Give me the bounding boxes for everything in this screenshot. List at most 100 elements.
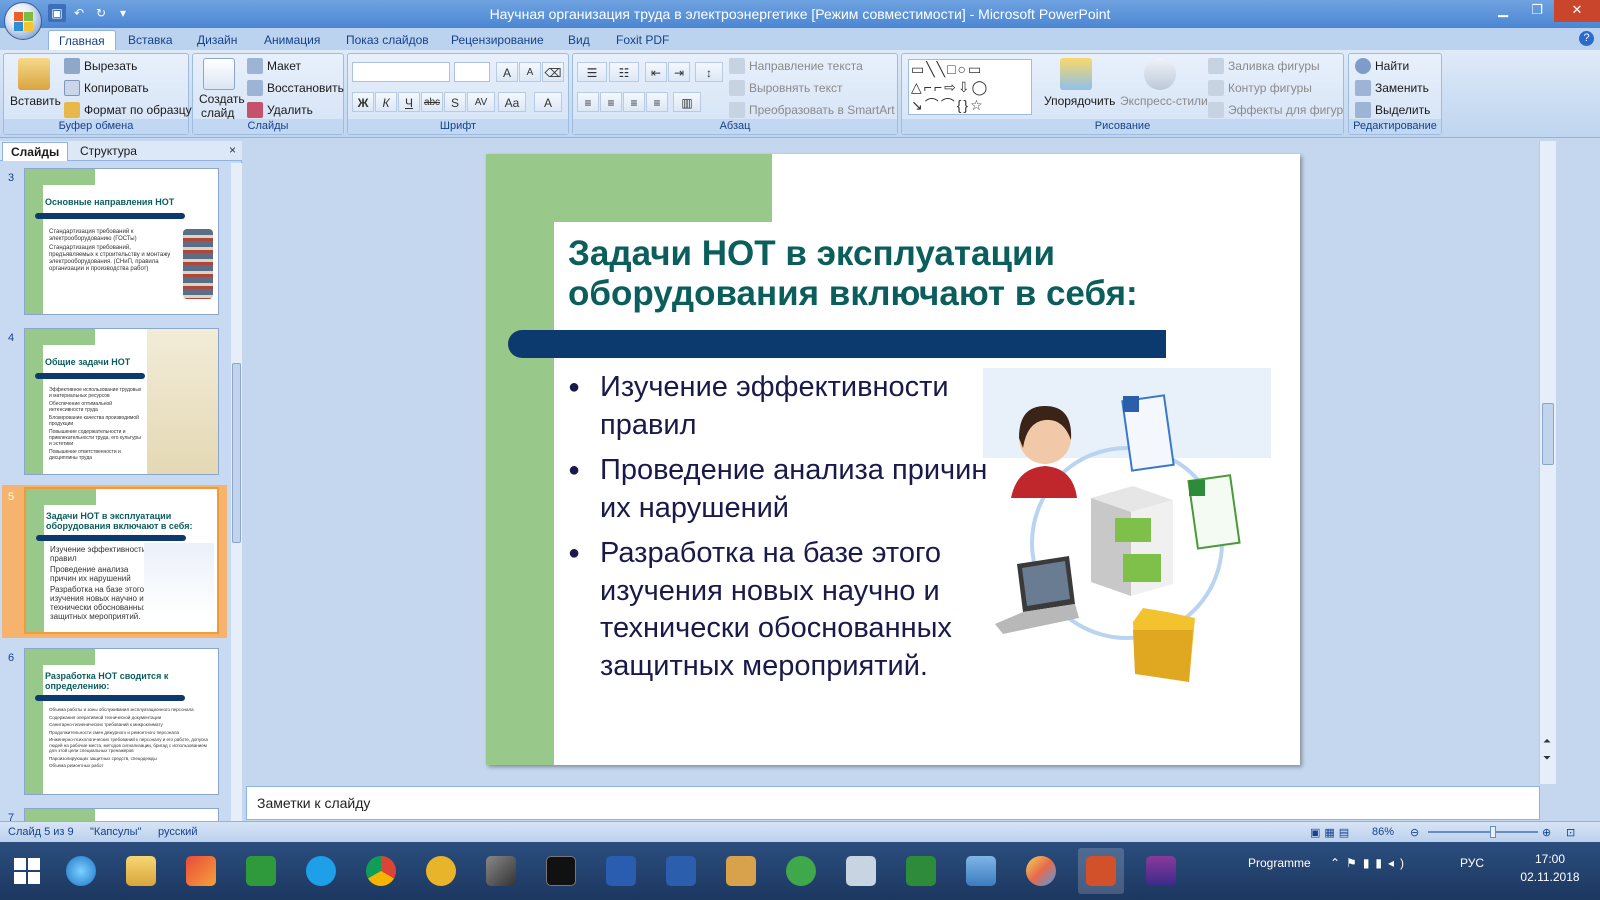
format-painter-button[interactable]: Формат по образцу [64,102,192,118]
taskbar-ie[interactable] [58,848,104,894]
tab-design[interactable]: Дизайн [187,30,247,50]
align-left-button[interactable]: ≡ [577,92,599,112]
taskbar-calculator[interactable] [838,848,884,894]
undo-icon[interactable]: ↶ [70,4,88,22]
tab-review[interactable]: Рецензирование [441,30,554,50]
clear-format-button[interactable]: ⌫ [542,62,564,82]
font-name-input[interactable] [352,62,450,82]
taskbar-app[interactable] [478,848,524,894]
slide-thumbnail[interactable]: Разработка НОТ сводится к определению: О… [24,648,219,795]
shape-outline-button[interactable]: Контур фигуры [1208,80,1312,96]
taskbar-app[interactable] [598,848,644,894]
tab-animation[interactable]: Анимация [254,30,330,50]
tab-outline-panel[interactable]: Структура [72,142,145,161]
programme-toolbar[interactable]: Programme [1248,856,1311,870]
taskbar-app[interactable] [958,848,1004,894]
redo-icon[interactable]: ↻ [92,4,110,22]
font-size-input[interactable] [454,62,490,82]
reset-button[interactable]: Восстановить [247,80,344,96]
columns-button[interactable]: ▥ [673,92,701,112]
case-button[interactable]: Aa [498,92,526,112]
slide-thumb-row[interactable]: 6 Разработка НОТ сводится к определению:… [0,646,230,796]
align-center-button[interactable]: ≡ [600,92,622,112]
grow-font-button[interactable]: A [496,62,518,82]
strike-button[interactable]: abc [421,92,443,112]
tab-foxit[interactable]: Foxit PDF [606,30,679,50]
customize-qat-icon[interactable]: ▾ [114,4,132,22]
text-direction-button[interactable]: Направление текста [729,58,863,74]
notes-pane[interactable]: Заметки к слайду [246,786,1540,820]
tab-insert[interactable]: Вставка [118,30,183,50]
office-button[interactable] [4,2,42,40]
restore-button[interactable]: ❐ [1520,0,1554,22]
find-button[interactable]: Найти [1355,58,1409,74]
slide-title[interactable]: Задачи НОТ в эксплуатации оборудования в… [568,234,1248,314]
shrink-font-button[interactable]: A [519,62,541,82]
language[interactable]: русский [158,826,197,838]
line-spacing-button[interactable]: ↕ [695,62,723,82]
delete-slide-button[interactable]: Удалить [247,102,313,118]
next-slide-icon[interactable]: ⏷ [1543,753,1551,764]
quick-styles-button[interactable]: Экспресс-стили [1120,94,1208,108]
layout-button[interactable]: Макет [247,58,301,74]
taskbar-skype[interactable] [298,848,344,894]
view-buttons[interactable]: ▣▦▤ [1310,826,1353,839]
shape-fill-button[interactable]: Заливка фигуры [1208,58,1320,74]
taskbar-cmd[interactable] [538,848,584,894]
taskbar-app[interactable] [718,848,764,894]
taskbar-powerpoint[interactable] [1078,848,1124,894]
underline-button[interactable]: Ч [398,92,420,112]
numbering-button[interactable]: ☷ [609,62,639,82]
slide-scroll-thumb[interactable] [1542,403,1554,465]
tray-icons[interactable]: ⌃⚑▮▮◂) [1330,856,1410,870]
new-slide-label2[interactable]: слайд [201,106,234,120]
shape-effects-button[interactable]: Эффекты для фигур [1208,102,1343,118]
italic-button[interactable]: К [375,92,397,112]
taskbar-app[interactable] [178,848,224,894]
tab-home[interactable]: Главная [48,30,116,50]
taskbar-app[interactable] [778,848,824,894]
taskbar-paint[interactable] [1018,848,1064,894]
decrease-indent-button[interactable]: ⇤ [645,62,667,82]
taskbar-app[interactable] [418,848,464,894]
font-color-button[interactable]: A [534,92,562,112]
slide-scrollbar[interactable]: ⏶ ⏷ [1539,141,1556,784]
panel-scroll-thumb[interactable] [232,363,241,543]
align-right-button[interactable]: ≡ [623,92,645,112]
arrange-button[interactable]: Упорядочить [1044,94,1115,108]
tab-slideshow[interactable]: Показ слайдов [336,30,439,50]
tab-slides-panel[interactable]: Слайды [2,142,69,161]
save-icon[interactable]: ▣ [48,4,66,22]
slide-bullets[interactable]: Изучение эффективности правил Проведение… [568,369,988,693]
help-icon[interactable]: ? [1579,31,1594,46]
taskbar-winrar[interactable] [1138,848,1184,894]
zoom-out-icon[interactable]: ⊖ [1410,826,1419,839]
slide-thumbnail[interactable]: Основные направления НОТ Стандартизация … [24,168,219,315]
align-text-button[interactable]: Выровнять текст [729,80,842,96]
smartart-button[interactable]: Преобразовать в SmartArt [729,102,895,118]
taskbar-chrome[interactable] [358,848,404,894]
minimize-button[interactable]: ▁ [1486,0,1520,22]
spacing-button[interactable]: AV [467,92,495,112]
bold-button[interactable]: Ж [352,92,374,112]
justify-button[interactable]: ≡ [646,92,668,112]
taskbar-excel[interactable] [898,848,944,894]
slide-thumbnail[interactable]: Общие задачи НОТ Эффективное использован… [24,328,219,475]
start-button[interactable] [4,848,50,894]
zoom-in-icon[interactable]: ⊕ [1542,826,1551,839]
bullets-button[interactable]: ☰ [577,62,607,82]
taskbar-word[interactable] [658,848,704,894]
taskbar-app[interactable] [238,848,284,894]
office-illustration[interactable] [983,368,1271,688]
taskbar-explorer[interactable] [118,848,164,894]
slide-thumbnail[interactable] [24,808,219,822]
zoom-level[interactable]: 86% [1372,826,1394,838]
keyboard-language[interactable]: РУС [1460,856,1484,870]
paste-button[interactable]: Вставить [10,94,61,108]
slide-thumb-row-selected[interactable]: 5 Задачи НОТ в эксплуатации оборудования… [0,485,230,638]
shadow-button[interactable]: S [444,92,466,112]
fit-slide-icon[interactable]: ⊡ [1566,826,1575,839]
tab-view[interactable]: Вид [558,30,600,50]
current-slide[interactable]: Задачи НОТ в эксплуатации оборудования в… [486,154,1300,765]
increase-indent-button[interactable]: ⇥ [668,62,690,82]
